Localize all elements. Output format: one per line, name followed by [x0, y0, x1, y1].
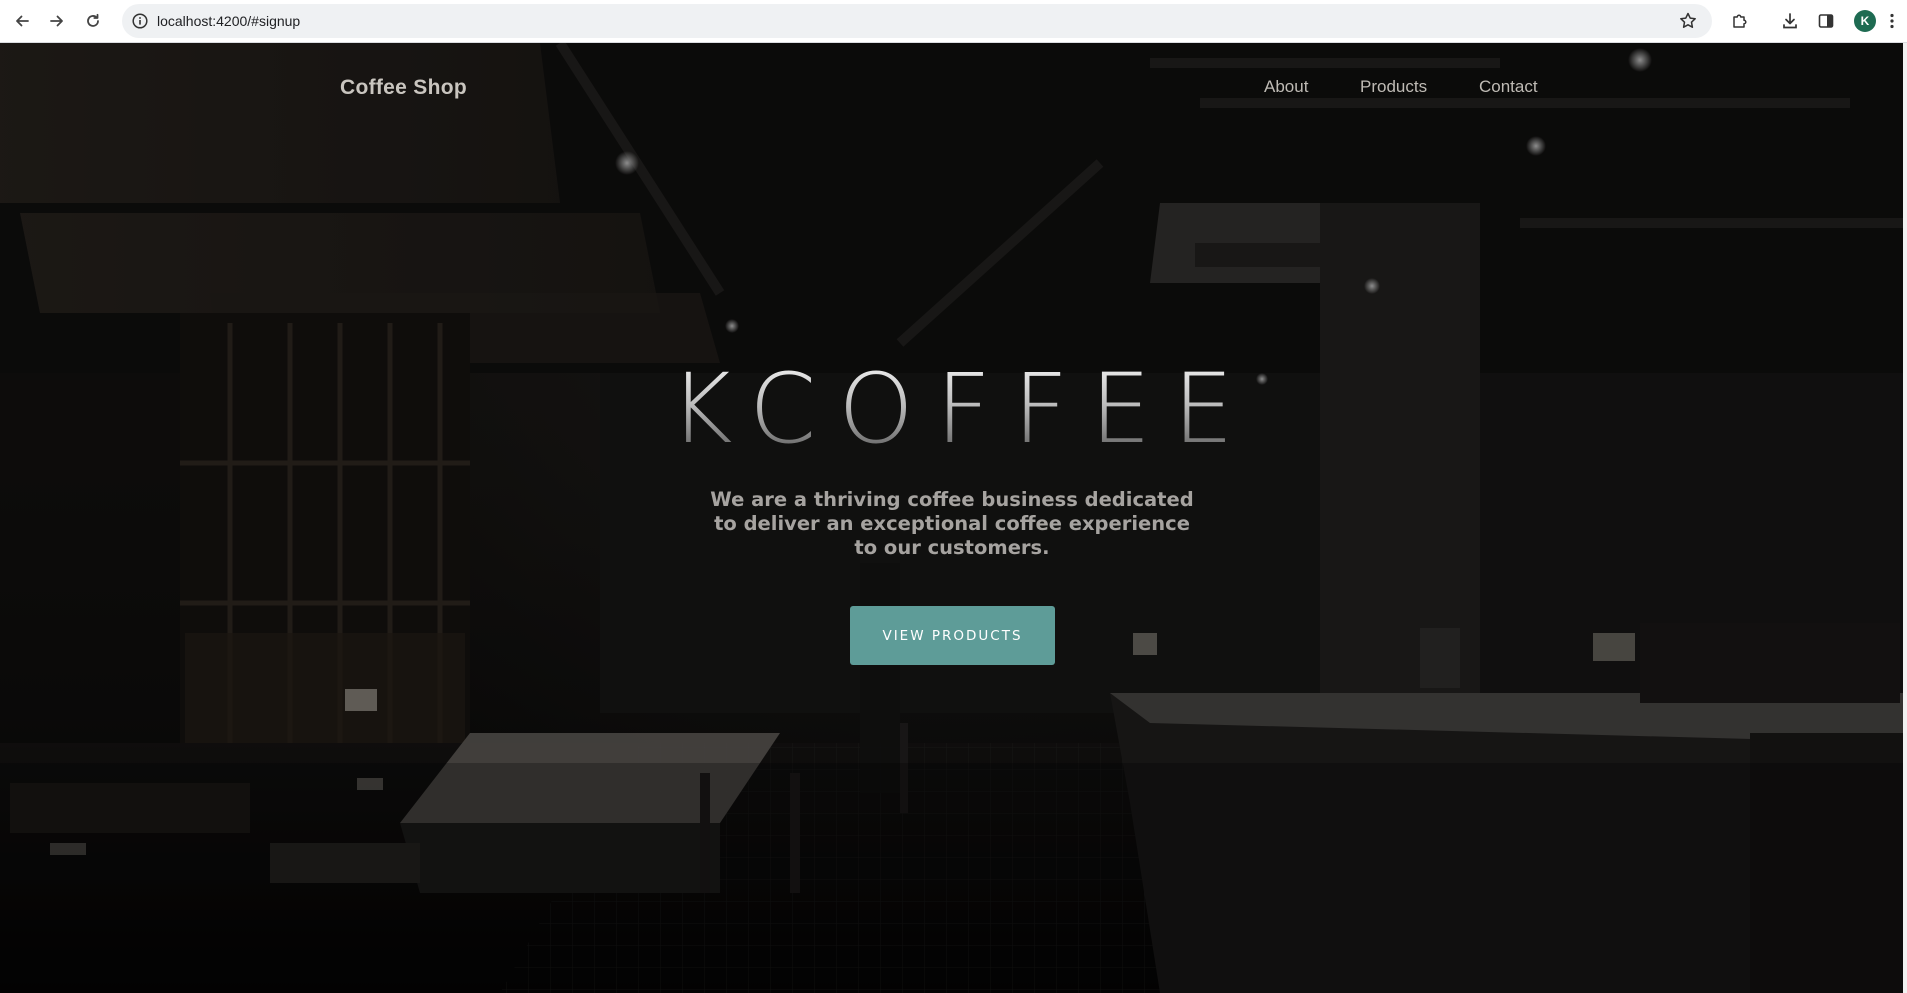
side-panel-icon — [1818, 14, 1834, 28]
extensions-button[interactable] — [1728, 9, 1752, 33]
more-vertical-icon — [1890, 13, 1894, 29]
url-text[interactable]: localhost:4200/#signup — [157, 13, 300, 29]
browser-toolbar: localhost:4200/#signup K — [0, 0, 1907, 43]
page-scrollbar[interactable] — [1903, 43, 1907, 993]
hero-subtitle: We are a thriving coffee business dedica… — [710, 488, 1194, 559]
nav-link-contact[interactable]: Contact — [1479, 77, 1538, 97]
browser-menu-button[interactable] — [1884, 9, 1900, 33]
arrow-left-icon — [16, 15, 29, 27]
downloads-button[interactable] — [1778, 9, 1802, 33]
bookmark-star-icon[interactable] — [1678, 11, 1698, 31]
reload-button[interactable] — [80, 8, 106, 34]
site-nav: About Products Contact — [0, 77, 1903, 101]
download-icon — [1783, 13, 1797, 29]
hero-title: KCOFFEE — [0, 361, 1903, 457]
address-bar[interactable]: localhost:4200/#signup — [122, 4, 1712, 38]
arrow-right-icon — [50, 15, 63, 27]
view-products-button[interactable]: VIEW PRODUCTS — [850, 606, 1055, 665]
reload-icon — [87, 13, 99, 27]
puzzle-icon — [1733, 14, 1747, 28]
hero-section: Coffee Shop About Products Contact KCOFF… — [0, 43, 1903, 993]
forward-button[interactable] — [44, 8, 70, 34]
nav-link-products[interactable]: Products — [1360, 77, 1427, 97]
back-button[interactable] — [9, 8, 35, 34]
site-info-icon[interactable] — [131, 12, 149, 30]
nav-link-about[interactable]: About — [1264, 77, 1308, 97]
profile-avatar[interactable]: K — [1854, 10, 1876, 32]
side-panel-button[interactable] — [1814, 9, 1838, 33]
